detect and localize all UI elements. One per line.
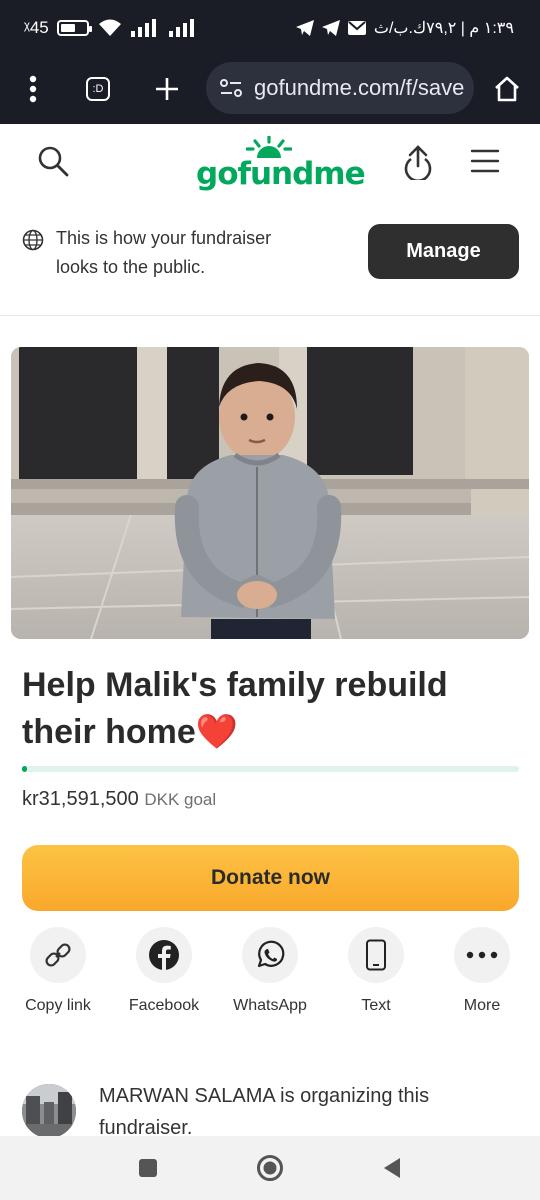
signal-icon-2 (168, 19, 194, 37)
owner-preview-banner: This is how your fundraiser looks to the… (0, 208, 540, 316)
telegram-icon-2 (295, 20, 314, 36)
share-text[interactable]: Text (323, 927, 429, 1015)
new-tab-button[interactable] (144, 66, 190, 112)
search-icon (38, 146, 69, 177)
telegram-icon (321, 20, 340, 36)
home-button[interactable] (484, 66, 530, 112)
share-whatsapp[interactable]: WhatsApp (217, 927, 323, 1015)
phone-icon (366, 939, 386, 971)
logo-sun-icon (246, 136, 292, 158)
kebab-menu-icon (29, 75, 37, 103)
fundraiser-photo-illustration (11, 347, 529, 639)
network-label: ᵡ45 (24, 18, 49, 37)
search-button[interactable] (36, 144, 72, 180)
circle-icon (257, 1155, 283, 1181)
share-label: WhatsApp (233, 997, 307, 1014)
status-time: ١:٣٩ م | ٧٩,٢ك.ب/ث (373, 20, 514, 37)
status-bar: ᵡ45 ١:٣٩ م | ٧٩,٢ك.ب/ث (0, 0, 540, 56)
share-more-circle (454, 927, 510, 983)
fundraiser-title: Help Malik's family rebuild their home❤️ (22, 666, 448, 751)
tabs-count: :D (86, 77, 110, 101)
menu-button[interactable] (10, 66, 56, 112)
organizer-section: MARWAN SALAMA is organizing this fundrai… (0, 1078, 540, 1136)
share-label: More (463, 997, 501, 1014)
battery-icon (56, 20, 92, 36)
status-right: ١:٣٩ م | ٧٩,٢ك.ب/ث (295, 18, 514, 38)
signal-icon (130, 19, 156, 37)
share-label: Facebook (128, 997, 200, 1014)
back-triangle-icon (384, 1158, 400, 1178)
plus-icon (156, 78, 178, 100)
back-button[interactable] (372, 1148, 412, 1188)
goal-unit: DKK goal (144, 790, 217, 809)
home-nav-button[interactable] (250, 1148, 290, 1188)
link-icon (45, 943, 71, 967)
manage-button[interactable]: Manage (368, 224, 519, 279)
facebook-icon (149, 940, 179, 971)
share-text-circle (348, 927, 404, 983)
system-nav-bar (0, 1136, 540, 1200)
url-text: gofundme.com/f/save (254, 75, 465, 100)
globe-icon (22, 229, 44, 251)
browser-toolbar: :D gofundme.com/f/save (0, 56, 540, 124)
share-more[interactable]: More (429, 927, 535, 1015)
fundraiser-photo (11, 347, 529, 639)
logo-text: gofundme (196, 156, 366, 192)
organizer-avatar[interactable] (22, 1084, 76, 1136)
site-settings-icon (220, 79, 242, 97)
wifi-icon (98, 19, 121, 36)
share-button[interactable] (402, 144, 436, 182)
mail-icon (347, 21, 366, 35)
share-whatsapp-circle (242, 927, 298, 983)
progress-fill (22, 766, 27, 772)
share-label: Copy link (25, 997, 91, 1014)
hamburger-menu-button[interactable] (470, 148, 500, 176)
address-bar[interactable]: gofundme.com/f/save (206, 62, 474, 114)
share-options: Copy link Facebook WhatsApp Text More (0, 927, 540, 1027)
recents-button[interactable] (128, 1148, 168, 1188)
progress-bar (22, 766, 519, 772)
share-facebook-circle (136, 927, 192, 983)
share-facebook[interactable]: Facebook (111, 927, 217, 1015)
site-header: gofundme (0, 124, 540, 202)
gofundme-logo[interactable]: gofundme (196, 136, 366, 192)
share-copy-link[interactable]: Copy link (5, 927, 111, 1015)
owner-preview-text: This is how your fundraiser looks to the… (56, 228, 272, 277)
share-copy-link-circle (30, 927, 86, 983)
avatar-photo (22, 1084, 76, 1136)
goal-amount: kr31,591,500 (22, 788, 139, 810)
donate-now-button[interactable]: Donate now (22, 845, 519, 911)
whatsapp-icon (257, 940, 285, 968)
hamburger-icon (470, 149, 500, 173)
square-icon (139, 1159, 157, 1177)
more-icon (466, 951, 498, 959)
status-left: ᵡ45 (24, 18, 199, 38)
organizer-text: MARWAN SALAMA is organizing this fundrai… (99, 1085, 430, 1136)
goal-text: kr31,591,500 DKK goal (22, 788, 216, 811)
tabs-button[interactable]: :D (75, 66, 121, 112)
share-label: Text (361, 997, 391, 1014)
home-icon (495, 76, 519, 102)
share-icon (404, 145, 432, 182)
